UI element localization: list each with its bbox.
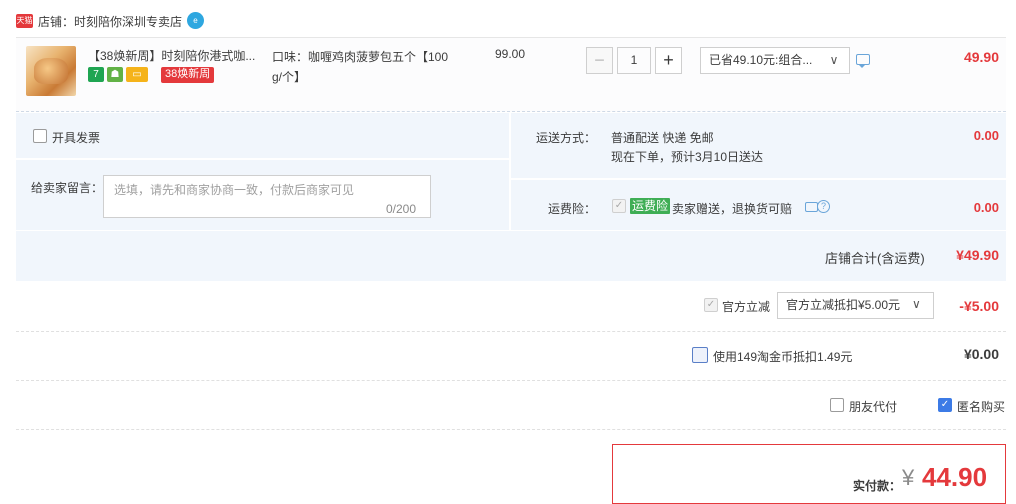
payment-currency: ¥ bbox=[902, 465, 915, 490]
payment-label: 实付款： bbox=[853, 479, 902, 493]
quantity-increase-button[interactable]: + bbox=[655, 47, 682, 74]
invoice-checkbox[interactable] bbox=[33, 129, 47, 143]
credit-card-icon: ▭ bbox=[126, 67, 148, 82]
official-discount-checkbox: ✓ bbox=[704, 298, 718, 312]
wangwang-chat-icon[interactable]: e bbox=[187, 12, 204, 29]
item-total: 49.90 bbox=[963, 49, 999, 65]
unit-price: 99.00 bbox=[495, 47, 526, 61]
taobao-coin-checkbox[interactable] bbox=[692, 347, 708, 363]
product-title[interactable]: 【38焕新周】时刻陪你港式咖... bbox=[88, 47, 263, 64]
shipping-label: 运送方式： bbox=[536, 131, 597, 145]
friend-pay-checkbox[interactable] bbox=[830, 398, 844, 412]
payment-amount: 44.90 bbox=[922, 462, 988, 492]
chevron-down-icon[interactable]: ∨ bbox=[826, 52, 842, 68]
sku-line-2: g/个】 bbox=[272, 70, 307, 84]
insurance-fee: 0.00 bbox=[973, 200, 999, 215]
shop-total-label: 店铺合计(含运费) bbox=[825, 251, 925, 266]
quantity-input[interactable]: 1 bbox=[617, 47, 651, 74]
shipping-method: 普通配送 快递 免邮 bbox=[611, 131, 714, 145]
divider bbox=[16, 380, 1006, 381]
product-thumbnail-bun bbox=[34, 58, 68, 84]
shopping-bag-icon: ☗ bbox=[107, 67, 123, 82]
sku-line-1: 口味：咖喱鸡肉菠萝包五个【100 bbox=[272, 50, 449, 64]
message-textarea[interactable]: 选填，请先和商家协商一致，付款后商家可见 bbox=[103, 175, 431, 218]
anonymous-label[interactable]: 匿名购买 bbox=[957, 398, 1005, 415]
insurance-tag: 运费险 bbox=[630, 198, 671, 214]
comment-icon[interactable] bbox=[856, 54, 870, 68]
seven-day-return-icon: 7 bbox=[88, 67, 104, 82]
taobao-coin-amount: ¥0.00 bbox=[963, 346, 999, 362]
shipping-fee: 0.00 bbox=[973, 128, 999, 143]
product-tags: 7 ☗ ▭ 38焕新周 bbox=[88, 67, 215, 83]
anonymous-checkbox[interactable]: ✓ bbox=[938, 398, 952, 412]
official-discount-amount: -¥5.00 bbox=[959, 298, 999, 314]
insurance-description: 卖家赠送，退换货可赔 bbox=[672, 202, 793, 216]
shop-total: ¥49.90 bbox=[956, 247, 999, 263]
message-label: 给卖家留言： bbox=[31, 181, 104, 195]
invoice-label[interactable]: 开具发票 bbox=[52, 129, 100, 146]
quantity-decrease-button[interactable]: − bbox=[586, 47, 613, 74]
official-discount-select[interactable]: 官方立减抵扣¥5.00元 bbox=[777, 292, 934, 319]
promo-tag: 38焕新周 bbox=[161, 67, 215, 83]
help-icon[interactable]: ? bbox=[817, 200, 830, 213]
tmall-badge-icon: 天猫 bbox=[16, 14, 33, 28]
official-discount-label: 官方立减 bbox=[722, 300, 771, 314]
quantity-stepper: − 1 + bbox=[586, 47, 682, 74]
product-sku: 口味：咖喱鸡肉菠萝包五个【100 g/个】 bbox=[272, 47, 462, 87]
shop-name[interactable]: 店铺：时刻陪你深圳专卖店 bbox=[38, 14, 182, 30]
taobao-coin-label[interactable]: 使用149淘金币抵扣1.49元 bbox=[713, 348, 852, 365]
insurance-label: 运费险： bbox=[548, 202, 597, 216]
friend-pay-label[interactable]: 朋友代付 bbox=[849, 398, 897, 415]
insurance-checkbox: ✓ bbox=[612, 199, 626, 213]
divider bbox=[16, 331, 1006, 332]
message-char-count: 0/200 bbox=[386, 202, 417, 216]
shipping-panel bbox=[511, 113, 1006, 179]
divider bbox=[16, 429, 1006, 430]
shipping-eta: 现在下单，预计3月10日送达 bbox=[611, 150, 764, 164]
chevron-down-icon[interactable]: ∨ bbox=[912, 297, 921, 311]
